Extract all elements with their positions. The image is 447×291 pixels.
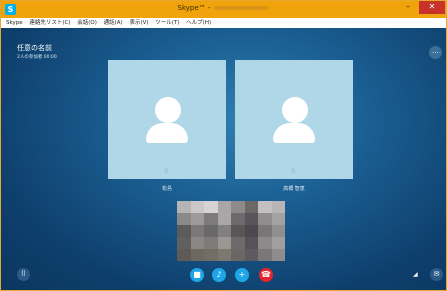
self-video-pixel (231, 213, 245, 225)
self-video-pixel (177, 225, 191, 237)
self-video-pixel (217, 201, 231, 213)
participant-tile[interactable]: ♁ (108, 60, 226, 179)
self-video-pixel (258, 237, 272, 249)
avatar-body-icon (273, 123, 315, 143)
self-video-pixel (258, 249, 272, 261)
self-video-pixel (204, 201, 218, 213)
self-video-preview[interactable] (177, 201, 285, 261)
menu-skype[interactable]: Skype (6, 20, 23, 26)
self-video-pixel (244, 213, 258, 225)
window-title: Skype™ - (1, 4, 446, 12)
self-video-pixel (217, 225, 231, 237)
self-video-pixel (217, 213, 231, 225)
self-video-pixel (231, 201, 245, 213)
participant-tile[interactable]: ♁ (235, 60, 353, 179)
title-bar: S Skype™ - – ✕ (1, 1, 446, 18)
window-title-text: Skype™ - (177, 4, 211, 12)
self-video-pixel (258, 225, 272, 237)
participant-name: 高橋 智恵 (283, 186, 305, 192)
account-name-redacted (214, 6, 270, 10)
call-subtitle: 2人の参加者 00:00 (17, 55, 57, 60)
self-video-pixel (190, 225, 204, 237)
self-video-pixel (204, 225, 218, 237)
self-video-pixel (190, 237, 204, 249)
chat-icon[interactable]: ✉ (430, 268, 443, 281)
self-video-pixel (271, 225, 285, 237)
mic-status-icon: ♁ (164, 168, 169, 175)
skype-window: S Skype™ - – ✕ Skype 連絡先リスト(C) 会話(O) 通話(… (0, 0, 447, 291)
self-video-pixel (271, 249, 285, 261)
self-video-pixel (258, 201, 272, 213)
minimize-button[interactable]: – (400, 1, 416, 14)
add-participant-button[interactable]: + (235, 268, 249, 282)
self-video-pixel (258, 213, 272, 225)
self-video-pixel (190, 249, 204, 261)
mic-toggle-button[interactable]: ♪ (212, 268, 226, 282)
close-button[interactable]: ✕ (419, 1, 445, 14)
hang-up-button[interactable]: ☎ (259, 268, 273, 282)
mic-status-icon: ♁ (291, 168, 296, 175)
menu-help[interactable]: ヘルプ(H) (186, 20, 211, 26)
avatar-body-icon (146, 123, 188, 143)
self-video-pixel (204, 213, 218, 225)
participant-name: 松島 (161, 186, 172, 192)
avatar-head-icon (282, 97, 308, 123)
self-video-pixel (177, 249, 191, 261)
self-video-pixel (244, 225, 258, 237)
call-quality-icon[interactable]: ◢ (413, 271, 418, 278)
self-video-pixel (244, 249, 258, 261)
self-video-pixel (271, 213, 285, 225)
menu-conversations[interactable]: 会話(O) (77, 20, 97, 26)
self-video-pixel (217, 237, 231, 249)
video-toggle-button[interactable]: ■ (190, 268, 204, 282)
self-video-pixel (204, 249, 218, 261)
call-title: 任意の名前 (17, 44, 52, 52)
menu-bar: Skype 連絡先リスト(C) 会話(O) 通話(A) 表示(V) ツール(T)… (1, 18, 446, 28)
self-video-pixel (177, 201, 191, 213)
self-video-pixel (244, 201, 258, 213)
more-options-button[interactable]: … (429, 46, 442, 59)
menu-contacts[interactable]: 連絡先リスト(C) (29, 20, 70, 26)
call-stage: 任意の名前 2人の参加者 00:00 … ♁ ♁ 松島 高橋 智恵 ■ ♪ + … (1, 28, 446, 290)
menu-view[interactable]: 表示(V) (129, 20, 148, 26)
self-video-pixel (231, 225, 245, 237)
self-video-pixel (231, 249, 245, 261)
menu-call[interactable]: 通話(A) (104, 20, 123, 26)
self-video-pixel (231, 237, 245, 249)
self-video-pixel (271, 237, 285, 249)
self-video-pixel (190, 201, 204, 213)
self-video-pixel (190, 213, 204, 225)
self-video-pixel (217, 249, 231, 261)
self-video-pixel (204, 237, 218, 249)
self-video-pixel (271, 201, 285, 213)
dialpad-icon[interactable]: ⠿ (17, 268, 30, 281)
avatar-head-icon (155, 97, 181, 123)
self-video-pixel (244, 237, 258, 249)
menu-tools[interactable]: ツール(T) (155, 20, 179, 26)
self-video-pixel (177, 237, 191, 249)
self-video-pixel (177, 213, 191, 225)
